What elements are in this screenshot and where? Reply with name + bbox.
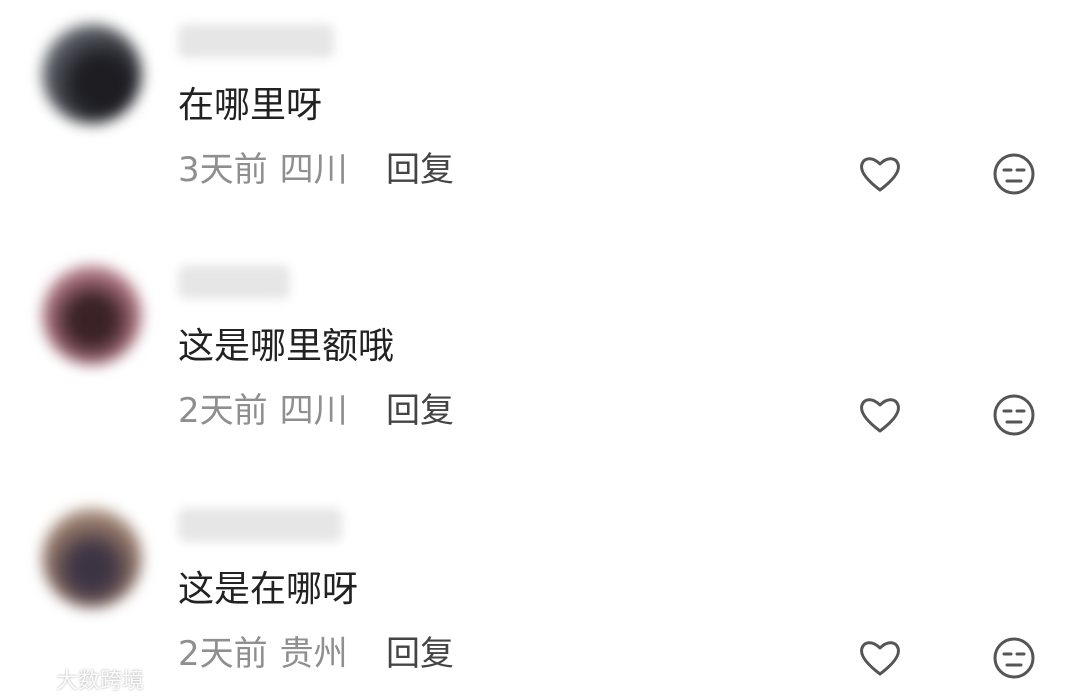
avatar[interactable] xyxy=(42,24,142,124)
neutral-face-icon[interactable] xyxy=(990,150,1038,198)
comment-text: 这是哪里额哦 xyxy=(178,326,395,367)
heart-outline-icon[interactable] xyxy=(856,634,904,682)
comment-location: 四川 xyxy=(279,391,348,431)
comment-time: 2天前 xyxy=(178,634,268,674)
watermark-logo-icon xyxy=(11,669,50,688)
avatar[interactable] xyxy=(42,508,142,608)
comment-time: 2天前 xyxy=(178,391,268,431)
comment-item: 在哪里呀 3天前 四川 回复 xyxy=(0,24,1080,224)
watermark-text: 大数跨境 xyxy=(56,669,145,694)
neutral-face-icon[interactable] xyxy=(990,634,1038,682)
neutral-face-icon[interactable] xyxy=(990,391,1038,439)
heart-outline-icon[interactable] xyxy=(856,150,904,198)
username-blurred[interactable] xyxy=(178,508,342,542)
username-blurred[interactable] xyxy=(178,265,290,299)
comment-item: 这是在哪呀 2天前 贵州 回复 xyxy=(0,508,1080,700)
comment-time: 3天前 xyxy=(178,150,268,190)
watermark: 大数跨境 xyxy=(10,664,144,694)
comment-meta: 3天前 四川 xyxy=(178,142,348,191)
comment-item: 这是哪里额哦 2天前 四川 回复 xyxy=(0,265,1080,465)
comment-meta: 2天前 四川 xyxy=(178,383,348,432)
reply-button[interactable]: 回复 xyxy=(386,383,454,432)
comment-text: 在哪里呀 xyxy=(178,85,323,126)
comment-list: 在哪里呀 3天前 四川 回复 这是哪里额哦 2天前 四川 回复 这是在哪呀 2天… xyxy=(0,0,1080,700)
avatar[interactable] xyxy=(42,265,142,365)
comment-location: 四川 xyxy=(279,150,348,190)
heart-outline-icon[interactable] xyxy=(856,391,904,439)
comment-meta: 2天前 贵州 xyxy=(178,626,348,675)
comment-location: 贵州 xyxy=(279,634,348,674)
reply-button[interactable]: 回复 xyxy=(386,626,454,675)
username-blurred[interactable] xyxy=(178,24,334,58)
comment-text: 这是在哪呀 xyxy=(178,569,359,610)
reply-button[interactable]: 回复 xyxy=(386,142,454,191)
